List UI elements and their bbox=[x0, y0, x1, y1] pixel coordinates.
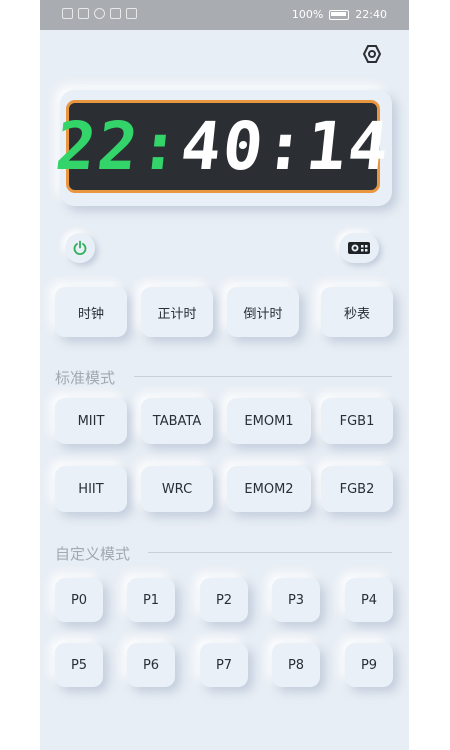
mode-countdown-button[interactable]: 倒计时 bbox=[227, 287, 299, 337]
status-time: 22:40 bbox=[355, 8, 387, 21]
custom-mode-title: 自定义模式 bbox=[55, 545, 131, 563]
custom-preset-button[interactable]: P8 bbox=[272, 643, 320, 687]
mode-clock-button[interactable]: 时钟 bbox=[55, 287, 127, 337]
battery-percent: 100% bbox=[291, 8, 324, 21]
clock-minutes-seconds: 40:14 bbox=[177, 107, 395, 185]
standard-mode-button[interactable]: FGB2 bbox=[321, 466, 393, 512]
clock-digits: 22:40:14 bbox=[52, 108, 394, 185]
custom-divider bbox=[148, 552, 392, 553]
power-icon bbox=[73, 240, 87, 255]
usb-icon bbox=[126, 8, 137, 19]
standard-mode-button[interactable]: TABATA bbox=[141, 398, 213, 444]
mode-stopwatch-button[interactable]: 秒表 bbox=[321, 287, 393, 337]
custom-preset-button[interactable]: P9 bbox=[345, 643, 393, 687]
standard-mode-button[interactable]: EMOM2 bbox=[227, 466, 311, 512]
wifi-icon bbox=[94, 8, 105, 19]
standard-mode-button[interactable]: WRC bbox=[141, 466, 213, 512]
standard-mode-title: 标准模式 bbox=[55, 369, 116, 387]
settings-icon bbox=[362, 45, 382, 63]
power-button[interactable] bbox=[65, 233, 95, 263]
clock-display: 22:40:14 bbox=[52, 100, 394, 193]
standard-mode-button[interactable]: FGB1 bbox=[321, 398, 393, 444]
battery-icon bbox=[329, 9, 350, 20]
signal-icon bbox=[78, 8, 89, 19]
radio-icon bbox=[348, 242, 370, 254]
radio-button[interactable] bbox=[339, 233, 379, 263]
custom-preset-button[interactable]: P0 bbox=[55, 578, 103, 622]
standard-divider bbox=[134, 376, 392, 377]
custom-preset-button[interactable]: P3 bbox=[272, 578, 320, 622]
status-icons-left bbox=[62, 8, 137, 19]
phone-screen: 100% 22:40 22:40:14 时钟 正计时 倒计时 秒表 标准模式 M… bbox=[40, 0, 409, 750]
status-icons-right: 100% 22:40 bbox=[292, 8, 387, 21]
custom-preset-button[interactable]: P6 bbox=[127, 643, 175, 687]
notification-icon bbox=[62, 8, 73, 19]
custom-preset-button[interactable]: P4 bbox=[345, 578, 393, 622]
standard-mode-button[interactable]: EMOM1 bbox=[227, 398, 311, 444]
clock-hours: 22: bbox=[52, 107, 186, 185]
custom-preset-button[interactable]: P5 bbox=[55, 643, 103, 687]
mute-icon bbox=[110, 8, 121, 19]
custom-preset-button[interactable]: P1 bbox=[127, 578, 175, 622]
standard-mode-button[interactable]: HIIT bbox=[55, 466, 127, 512]
settings-button[interactable] bbox=[360, 42, 384, 66]
status-bar: 100% 22:40 bbox=[40, 0, 409, 30]
custom-preset-button[interactable]: P2 bbox=[200, 578, 248, 622]
clock-card: 22:40:14 bbox=[52, 90, 394, 206]
custom-preset-button[interactable]: P7 bbox=[200, 643, 248, 687]
mode-countup-button[interactable]: 正计时 bbox=[141, 287, 213, 337]
standard-mode-button[interactable]: MIIT bbox=[55, 398, 127, 444]
